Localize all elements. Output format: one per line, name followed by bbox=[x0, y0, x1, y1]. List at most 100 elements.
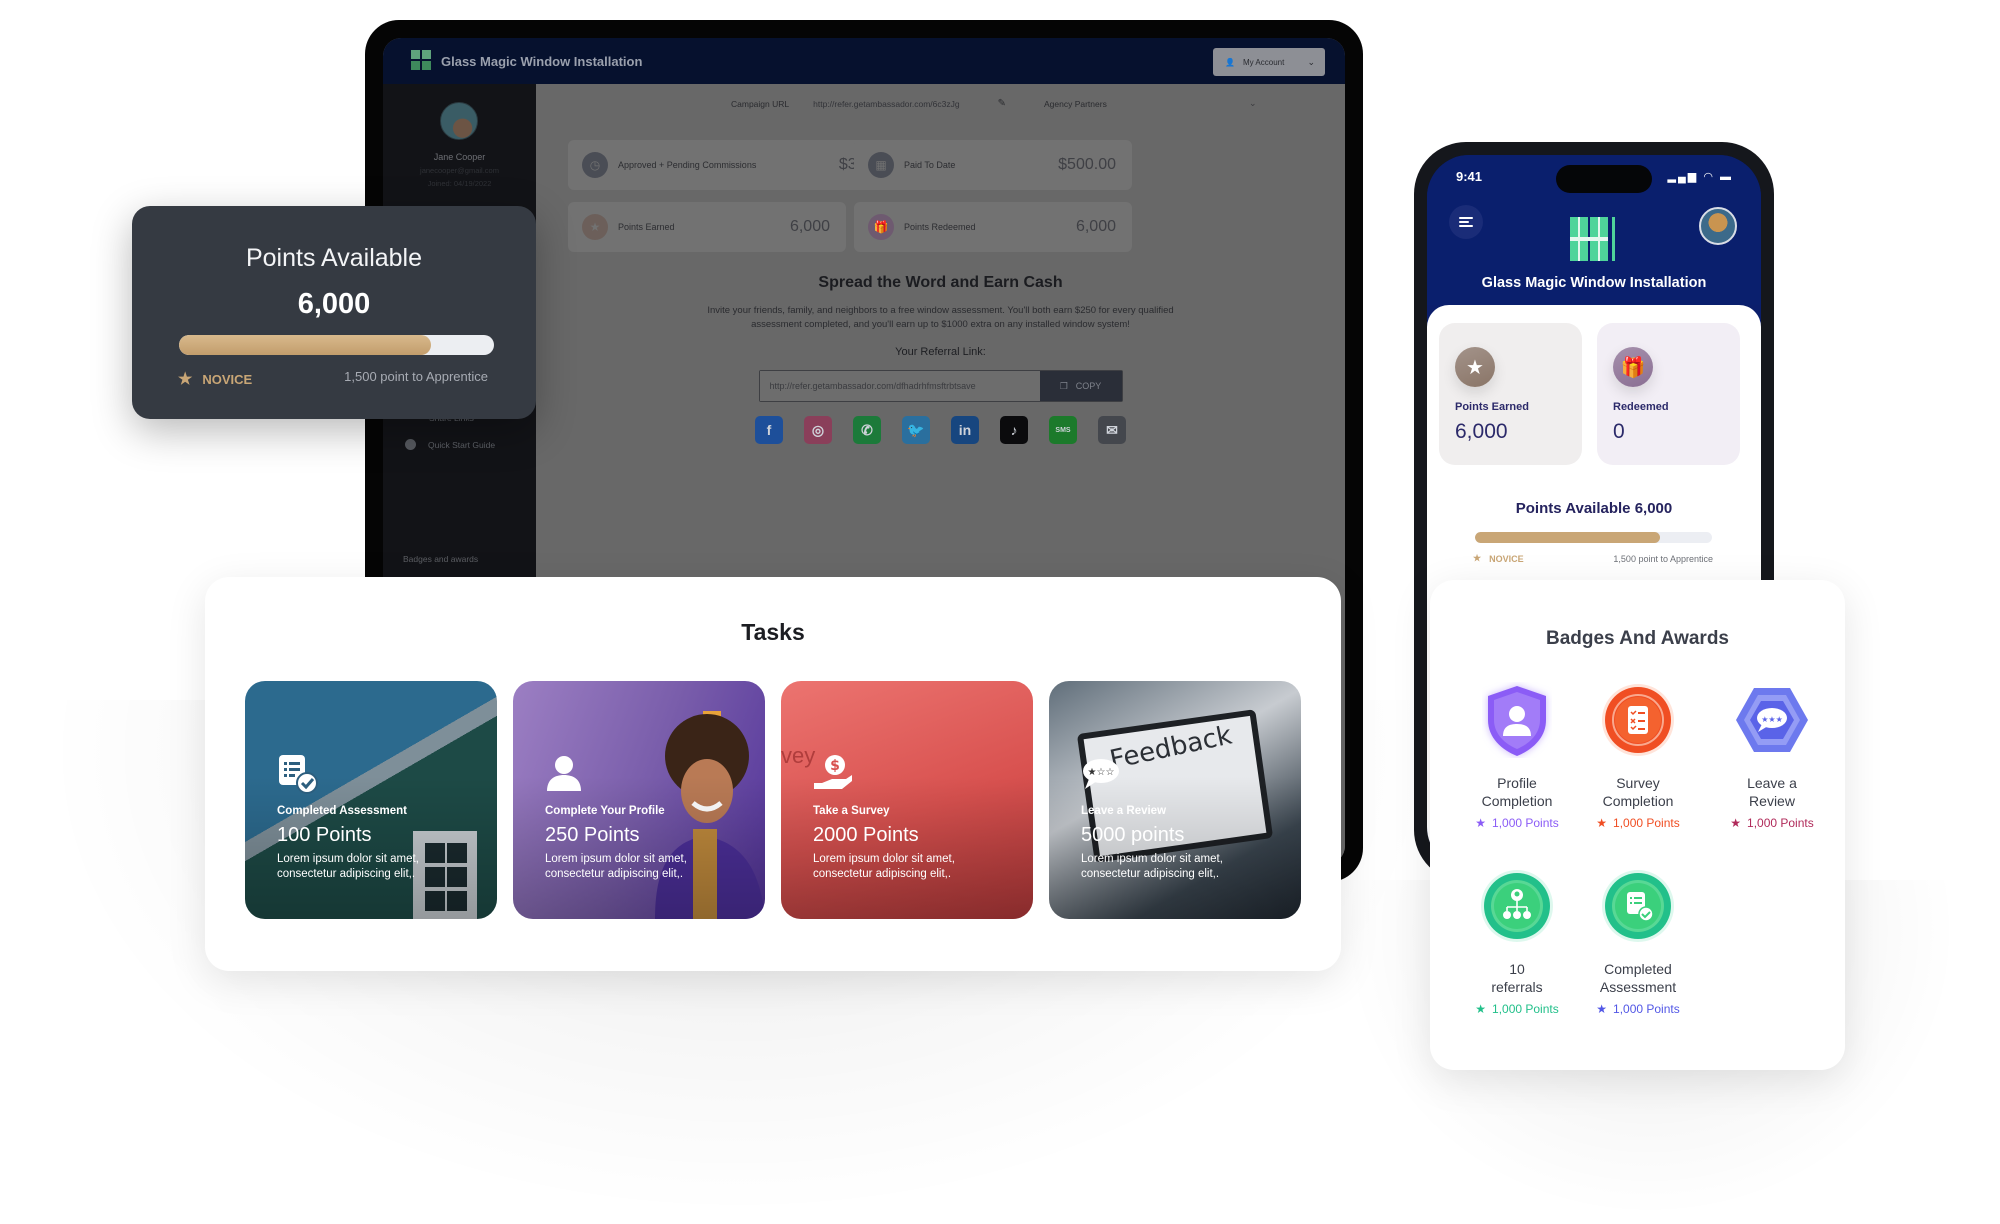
user-icon: 👤 bbox=[1225, 57, 1235, 67]
campaign-url-value[interactable]: http://refer.getambassador.com/6c3zJg bbox=[813, 99, 959, 109]
badge-points-value: 1,000 Points bbox=[1492, 1002, 1559, 1016]
star-icon: ★ bbox=[1473, 553, 1482, 563]
survey-checklist-icon bbox=[1600, 682, 1676, 758]
social-share-row: f ◎ ✆ 🐦 in ♪ SMS ✉ bbox=[536, 416, 1345, 444]
stat-card-paid-to-date: ▦ Paid To Date $500.00 bbox=[854, 140, 1132, 190]
badge-points: ★ 1,000 Points bbox=[1571, 816, 1705, 830]
copy-button[interactable]: ❐ COPY bbox=[1039, 371, 1122, 401]
profile-avatar[interactable] bbox=[1699, 207, 1737, 245]
shield-user-icon bbox=[1479, 682, 1555, 758]
task-points: 2000 Points bbox=[813, 824, 919, 846]
badge-name: Survey Completion bbox=[1602, 775, 1674, 809]
my-account-label: My Account bbox=[1242, 57, 1285, 67]
points-available-value: 6,000 bbox=[297, 288, 371, 320]
current-level: ★ NOVICE bbox=[1473, 553, 1524, 564]
stat-label: Points Redeemed bbox=[904, 222, 976, 232]
badge-points-value: 1,000 Points bbox=[1613, 816, 1680, 830]
sidebar-item-label: Quick Start Guide bbox=[428, 439, 496, 450]
stat-label: Paid To Date bbox=[904, 160, 956, 170]
points-earned-card: ★ Points Earned 6,000 bbox=[1439, 323, 1582, 465]
badge-survey-completion[interactable]: Survey Completion ★ 1,000 Points bbox=[1571, 682, 1705, 830]
points-available-title: Points Available bbox=[245, 244, 423, 272]
redeemed-value: 0 bbox=[1613, 420, 1625, 443]
points-available-card: Points Available 6,000 ★ NOVICE 1,500 po… bbox=[132, 206, 536, 419]
gift-icon: 🎁 bbox=[1613, 347, 1653, 387]
badge-profile-completion[interactable]: Profile Completion ★ 1,000 Points bbox=[1450, 682, 1584, 830]
stat-label: Approved + Pending Commissions bbox=[618, 160, 757, 170]
mobile-app-title: Glass Magic Window Installation bbox=[1481, 275, 1707, 291]
instagram-share-icon[interactable]: ◎ bbox=[804, 416, 832, 444]
sidebar-section-badges[interactable]: Badges and awards bbox=[403, 554, 478, 564]
menu-button[interactable] bbox=[1449, 205, 1483, 239]
brand-logo-icon bbox=[1570, 217, 1615, 261]
referral-link-input[interactable]: http://refer.getambassador.com/dfhadrhfm… bbox=[759, 371, 1040, 401]
sms-share-icon[interactable]: SMS bbox=[1049, 416, 1077, 444]
task-list: Completed Assessment 100 Points Lorem ip… bbox=[245, 681, 1301, 919]
task-card-completed-assessment[interactable]: Completed Assessment 100 Points Lorem ip… bbox=[245, 681, 497, 919]
avatar[interactable] bbox=[440, 102, 478, 140]
user-joined-date: Joined: 04/19/2022 bbox=[427, 179, 492, 188]
user-name: Jane Cooper bbox=[433, 152, 486, 162]
level-progress-fill bbox=[1475, 532, 1660, 543]
referral-description: Invite your friends, family, and neighbo… bbox=[707, 305, 1174, 330]
tiktok-share-icon[interactable]: ♪ bbox=[1000, 416, 1028, 444]
user-icon bbox=[547, 756, 581, 791]
battery-icon: ▬ bbox=[1720, 171, 1733, 183]
chevron-down-icon[interactable]: ⌄ bbox=[1249, 98, 1257, 109]
task-name: Complete Your Profile bbox=[545, 805, 665, 817]
referral-link-label: Your Referral Link: bbox=[895, 346, 986, 358]
agency-select[interactable]: Agency Partners bbox=[1044, 99, 1107, 109]
svg-text:★☆☆: ★☆☆ bbox=[1088, 767, 1115, 778]
status-time: 9:41 bbox=[1456, 169, 1483, 184]
badge-name: Profile Completion bbox=[1481, 775, 1553, 809]
twitter-share-icon[interactable]: 🐦 bbox=[902, 416, 930, 444]
wifi-icon: ◠ bbox=[1703, 171, 1715, 183]
badge-leave-review[interactable]: ★★★ Leave a Review ★ 1,000 Points bbox=[1705, 682, 1839, 830]
review-bubble-icon: ★☆☆ bbox=[1083, 759, 1119, 789]
badge-name: Completed Assessment bbox=[1571, 960, 1705, 996]
badge-name-text: 10 referrals bbox=[1491, 961, 1543, 995]
task-card-leave-review[interactable]: Feedback ★☆☆ Leave a Review 5000 points … bbox=[1049, 681, 1301, 919]
badge-points-value: 1,000 Points bbox=[1492, 816, 1559, 830]
points-earned-value: 6,000 bbox=[1455, 420, 1508, 443]
edit-pencil-icon[interactable]: ✎ bbox=[998, 98, 1006, 109]
badges-awards-card: Badges And Awards Profile Completion ★ 1,… bbox=[1430, 580, 1845, 1070]
next-level-text: 1,500 point to Apprentice bbox=[344, 369, 488, 384]
svg-text:$: $ bbox=[830, 758, 840, 774]
sidebar-item-quick-start-guide[interactable]: Quick Start Guide bbox=[405, 431, 495, 458]
badge-completed-assessment[interactable]: Completed Assessment ★ 1,000 Points bbox=[1571, 868, 1705, 1016]
stat-value: 6,000 bbox=[789, 218, 830, 235]
redeemed-label: Redeemed bbox=[1613, 401, 1669, 413]
referral-title: Spread the Word and Earn Cash bbox=[818, 274, 1063, 291]
star-icon: ★ bbox=[1596, 816, 1608, 830]
badge-10-referrals[interactable]: 10 referrals ★ 1,000 Points bbox=[1450, 868, 1584, 1016]
level-progress-bar bbox=[179, 335, 494, 355]
whatsapp-share-icon[interactable]: ✆ bbox=[853, 416, 881, 444]
task-card-complete-profile[interactable]: Complete Your Profile 250 Points Lorem i… bbox=[513, 681, 765, 919]
stat-value: 6,000 bbox=[1075, 218, 1116, 235]
email-share-icon[interactable]: ✉ bbox=[1098, 416, 1126, 444]
brand-logo-icon bbox=[411, 50, 433, 72]
campaign-url-row: Campaign URL http://refer.getambassador.… bbox=[731, 98, 1257, 109]
star-icon: ★ bbox=[582, 214, 608, 240]
badge-points: ★ 1,000 Points bbox=[1450, 816, 1584, 830]
chevron-down-icon: ⌄ bbox=[1307, 56, 1315, 67]
my-account-button[interactable]: 👤 My Account ⌄ bbox=[1213, 48, 1325, 76]
level-label: NOVICE bbox=[202, 371, 253, 387]
current-level: ★ NOVICE bbox=[178, 369, 252, 389]
linkedin-share-icon[interactable]: in bbox=[951, 416, 979, 444]
mobile-header: 9:41 ▂▄▆ ◠ ▬ Glass Magic Window Installa… bbox=[1427, 155, 1761, 305]
badge-points: ★ 1,000 Points bbox=[1450, 1002, 1584, 1016]
task-description: Lorem ipsum dolor sit amet, consectetur … bbox=[545, 853, 687, 880]
facebook-share-icon[interactable]: f bbox=[755, 416, 783, 444]
badge-points-value: 1,000 Points bbox=[1613, 1002, 1680, 1016]
tasks-card: Tasks Completed Assessment 100 Points Lo… bbox=[205, 577, 1341, 971]
task-description: Lorem ipsum dolor sit amet, consectetur … bbox=[813, 853, 955, 880]
referral-network-icon bbox=[1479, 868, 1555, 944]
task-card-take-survey[interactable]: vey $ Take a Survey 2000 Points Lorem ip… bbox=[781, 681, 1033, 919]
star-icon: ★ bbox=[1475, 1002, 1487, 1016]
task-description: Lorem ipsum dolor sit amet, consectetur … bbox=[277, 853, 419, 880]
campaign-url-label: Campaign URL bbox=[731, 98, 790, 109]
gift-icon: 🎁 bbox=[868, 214, 894, 240]
task-points: 5000 points bbox=[1081, 824, 1185, 846]
